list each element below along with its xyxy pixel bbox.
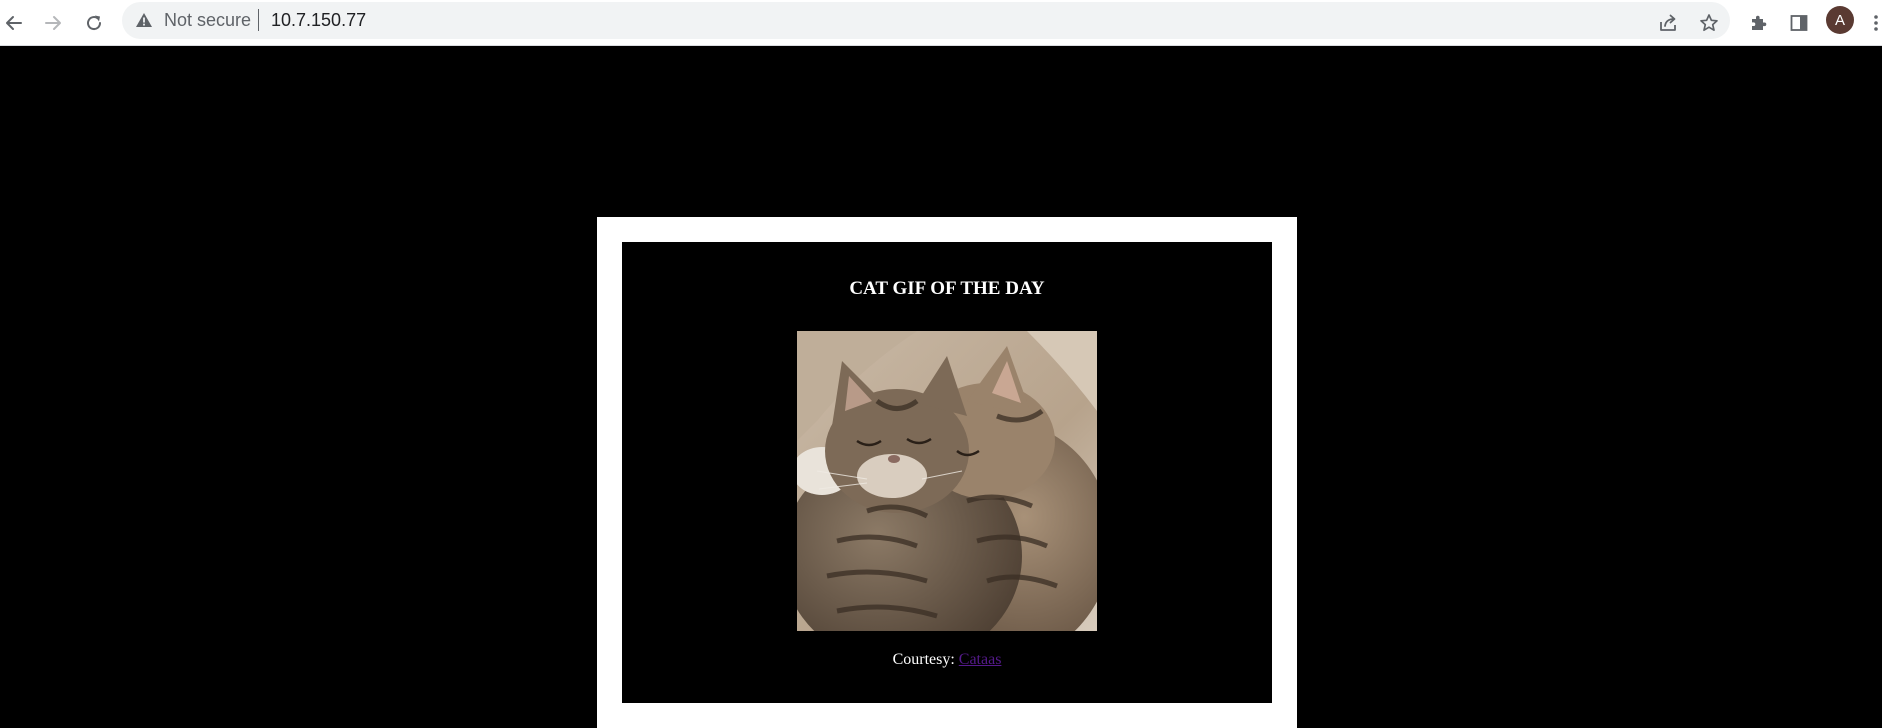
forward-arrow-icon bbox=[45, 16, 61, 30]
page-title: CAT GIF OF THE DAY bbox=[849, 278, 1045, 299]
security-indicator[interactable] bbox=[134, 10, 154, 30]
cataas-link[interactable]: Cataas bbox=[959, 651, 1002, 668]
back-button[interactable] bbox=[0, 5, 32, 41]
browser-toolbar: Not secure 10.7.150.77 A bbox=[0, 0, 1882, 46]
forward-button[interactable] bbox=[35, 5, 71, 41]
browser-menu-button[interactable] bbox=[1858, 5, 1882, 41]
reload-icon bbox=[87, 15, 102, 31]
reload-button[interactable] bbox=[76, 5, 112, 41]
share-icon bbox=[1660, 14, 1676, 31]
back-arrow-icon bbox=[6, 16, 22, 30]
side-panel-icon bbox=[1790, 15, 1808, 31]
share-button[interactable] bbox=[1650, 5, 1686, 41]
courtesy-label: Courtesy: bbox=[892, 651, 959, 668]
courtesy-line: Courtesy: Cataas bbox=[622, 651, 1272, 669]
bookmark-button[interactable] bbox=[1691, 5, 1727, 41]
puzzle-icon bbox=[1752, 15, 1767, 30]
page-viewport: CAT GIF OF THE DAY Courtesy: Cataas bbox=[0, 46, 1882, 728]
cat-illustration bbox=[797, 331, 1097, 631]
kebab-menu-icon bbox=[1874, 15, 1878, 31]
security-status-text: Not secure bbox=[164, 10, 252, 30]
side-panel-button[interactable] bbox=[1781, 5, 1817, 41]
content-card: CAT GIF OF THE DAY Courtesy: Cataas bbox=[622, 242, 1272, 703]
warning-triangle-icon bbox=[136, 13, 152, 27]
cat-gif-image bbox=[797, 331, 1097, 631]
star-icon bbox=[1700, 14, 1718, 32]
address-separator bbox=[258, 9, 259, 31]
profile-avatar[interactable]: A bbox=[1826, 6, 1854, 34]
white-frame: CAT GIF OF THE DAY Courtesy: Cataas bbox=[597, 217, 1297, 728]
url-text[interactable]: 10.7.150.77 bbox=[271, 9, 366, 31]
extensions-button[interactable] bbox=[1741, 5, 1777, 41]
